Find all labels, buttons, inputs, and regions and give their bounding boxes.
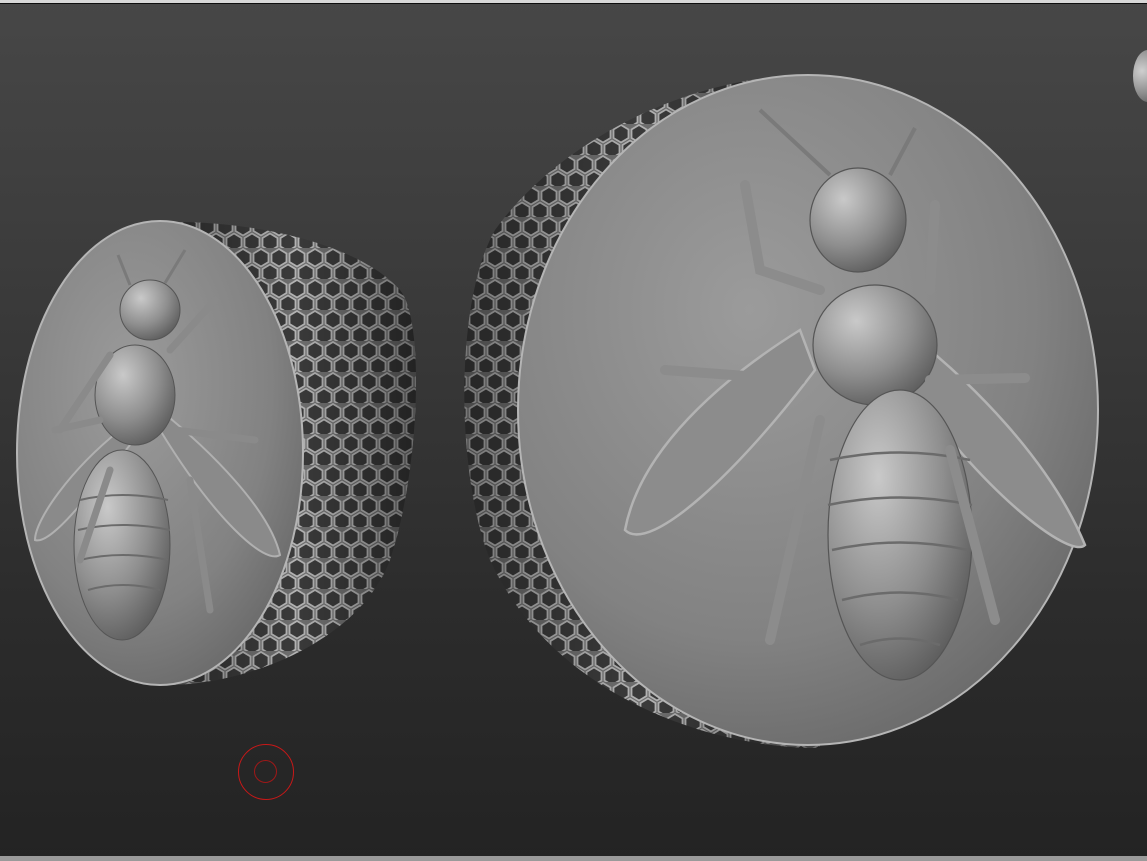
bee-medallion-large[interactable] <box>455 70 1099 760</box>
viewport-bottom-border <box>0 856 1147 861</box>
brush-circle-icon <box>238 744 294 800</box>
3d-viewport[interactable] <box>0 0 1147 861</box>
scene-render[interactable] <box>0 0 1147 861</box>
bee-medallion-small[interactable] <box>16 215 430 695</box>
brush-inner-circle <box>254 760 277 783</box>
